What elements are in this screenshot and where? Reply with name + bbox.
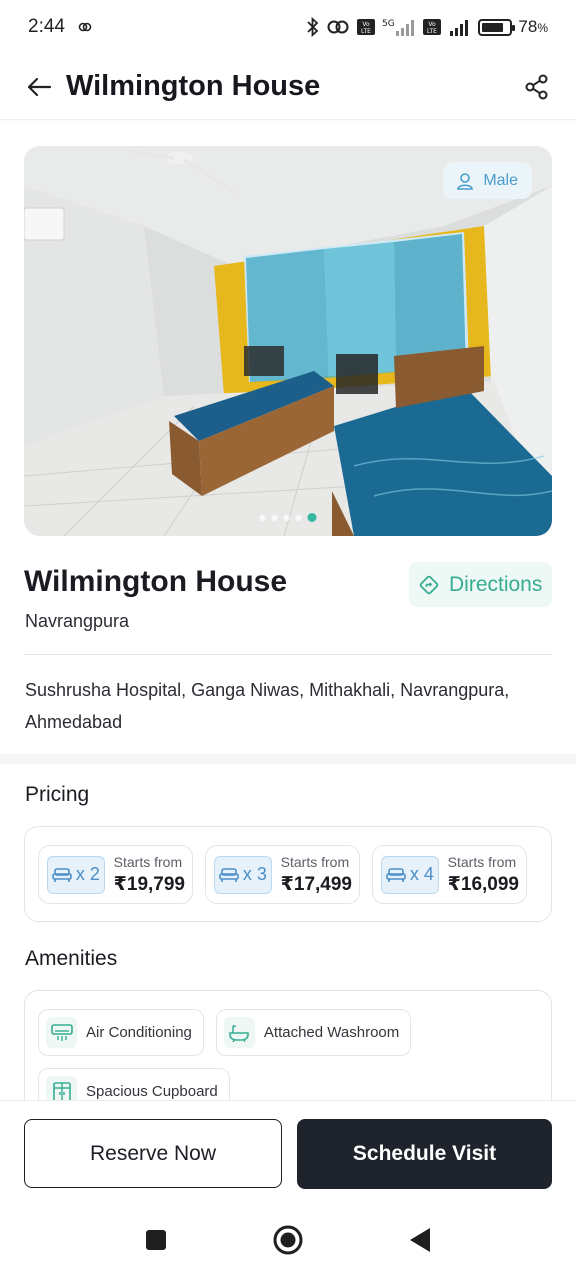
bed-icon	[219, 867, 239, 882]
divider	[24, 654, 552, 655]
home-button[interactable]	[270, 1222, 306, 1258]
bathtub-icon	[223, 1017, 255, 1048]
pricing-card: x 2 Starts from ₹19,799 x 3 Starts from …	[24, 826, 552, 922]
amenities-title: Amenities	[25, 947, 118, 970]
carousel-dot[interactable]	[271, 514, 278, 521]
square-icon	[146, 1230, 166, 1250]
price-option-quad[interactable]: x 4 Starts from ₹16,099	[372, 845, 527, 904]
directions-icon	[419, 575, 439, 594]
back-nav-button[interactable]	[402, 1222, 438, 1258]
pricing-title: Pricing	[25, 783, 90, 806]
circle-icon	[273, 1225, 303, 1255]
occupancy-badge: x 2	[47, 855, 105, 894]
volte-icon: Vo LTE	[356, 18, 376, 36]
system-navigation-bar	[0, 1200, 576, 1280]
status-time: 2:44	[28, 16, 65, 37]
triangle-back-icon	[410, 1228, 430, 1252]
hotspot-icon	[326, 17, 350, 37]
person-icon	[457, 172, 474, 190]
svg-text:5G: 5G	[382, 19, 395, 29]
air-conditioner-icon	[46, 1017, 77, 1048]
directions-button[interactable]: Directions	[409, 562, 552, 607]
property-name: Wilmington House	[24, 565, 288, 598]
battery-percent: 78%	[518, 17, 548, 36]
bluetooth-icon	[306, 17, 320, 37]
carousel-dot[interactable]	[283, 514, 290, 521]
battery-icon	[478, 18, 516, 36]
svg-text:Vo: Vo	[363, 21, 371, 28]
app-bar: Wilmington House	[0, 54, 576, 120]
starts-from-label: Starts from	[280, 853, 350, 870]
svg-text:LTE: LTE	[427, 28, 437, 35]
price-option-triple[interactable]: x 3 Starts from ₹17,499	[205, 845, 360, 904]
status-bar: 2:44 Vo LTE 5G Vo LTE 78%	[0, 0, 576, 54]
share-icon	[525, 74, 548, 99]
cupboard-icon	[46, 1076, 77, 1100]
starts-from-label: Starts from	[447, 853, 517, 870]
amenity-attached-washroom: Attached Washroom	[215, 1009, 412, 1056]
arrow-left-icon	[27, 77, 52, 96]
price-option-double[interactable]: x 2 Starts from ₹19,799	[38, 845, 193, 904]
property-locality: Navrangpura	[25, 611, 130, 631]
section-separator	[0, 754, 576, 764]
volte-icon: Vo LTE	[422, 18, 442, 36]
price-value: ₹19,799	[113, 873, 185, 895]
room-photo	[24, 146, 552, 536]
content-scroll[interactable]: Male Wilmington House Navrangpura Direct…	[0, 124, 576, 1100]
back-button[interactable]	[24, 72, 54, 102]
bed-icon	[52, 867, 72, 882]
share-button[interactable]	[522, 72, 552, 102]
signal-icon: 5G	[382, 17, 416, 37]
amenity-air-conditioning: Air Conditioning	[38, 1009, 204, 1056]
price-value: ₹17,499	[280, 873, 352, 895]
svg-text:Vo: Vo	[429, 21, 437, 28]
amenities-card: Air Conditioning Attached Washroom Spaci…	[24, 990, 552, 1100]
occupancy-badge: x 4	[381, 855, 439, 894]
carousel-dot[interactable]	[307, 513, 317, 522]
carousel-indicator[interactable]	[259, 513, 317, 522]
bed-icon	[386, 867, 406, 882]
bottom-action-bar: Reserve Now Schedule Visit	[0, 1100, 576, 1200]
occupancy-badge: x 3	[214, 855, 272, 894]
recents-button[interactable]	[138, 1222, 174, 1258]
reserve-now-button[interactable]: Reserve Now	[24, 1119, 282, 1188]
gender-badge: Male	[443, 162, 532, 199]
price-value: ₹16,099	[447, 873, 519, 895]
link-icon	[77, 19, 93, 35]
starts-from-label: Starts from	[113, 853, 183, 870]
svg-text:LTE: LTE	[361, 28, 371, 35]
property-image-carousel[interactable]: Male	[24, 146, 552, 536]
carousel-dot[interactable]	[295, 514, 302, 521]
carousel-dot[interactable]	[259, 514, 266, 521]
signal-icon	[448, 17, 472, 37]
schedule-visit-button[interactable]: Schedule Visit	[297, 1119, 552, 1189]
page-title: Wilmington House	[66, 70, 321, 102]
amenity-spacious-cupboard: Spacious Cupboard	[38, 1068, 230, 1100]
property-address: Sushrusha Hospital, Ganga Niwas, Mithakh…	[25, 680, 510, 732]
